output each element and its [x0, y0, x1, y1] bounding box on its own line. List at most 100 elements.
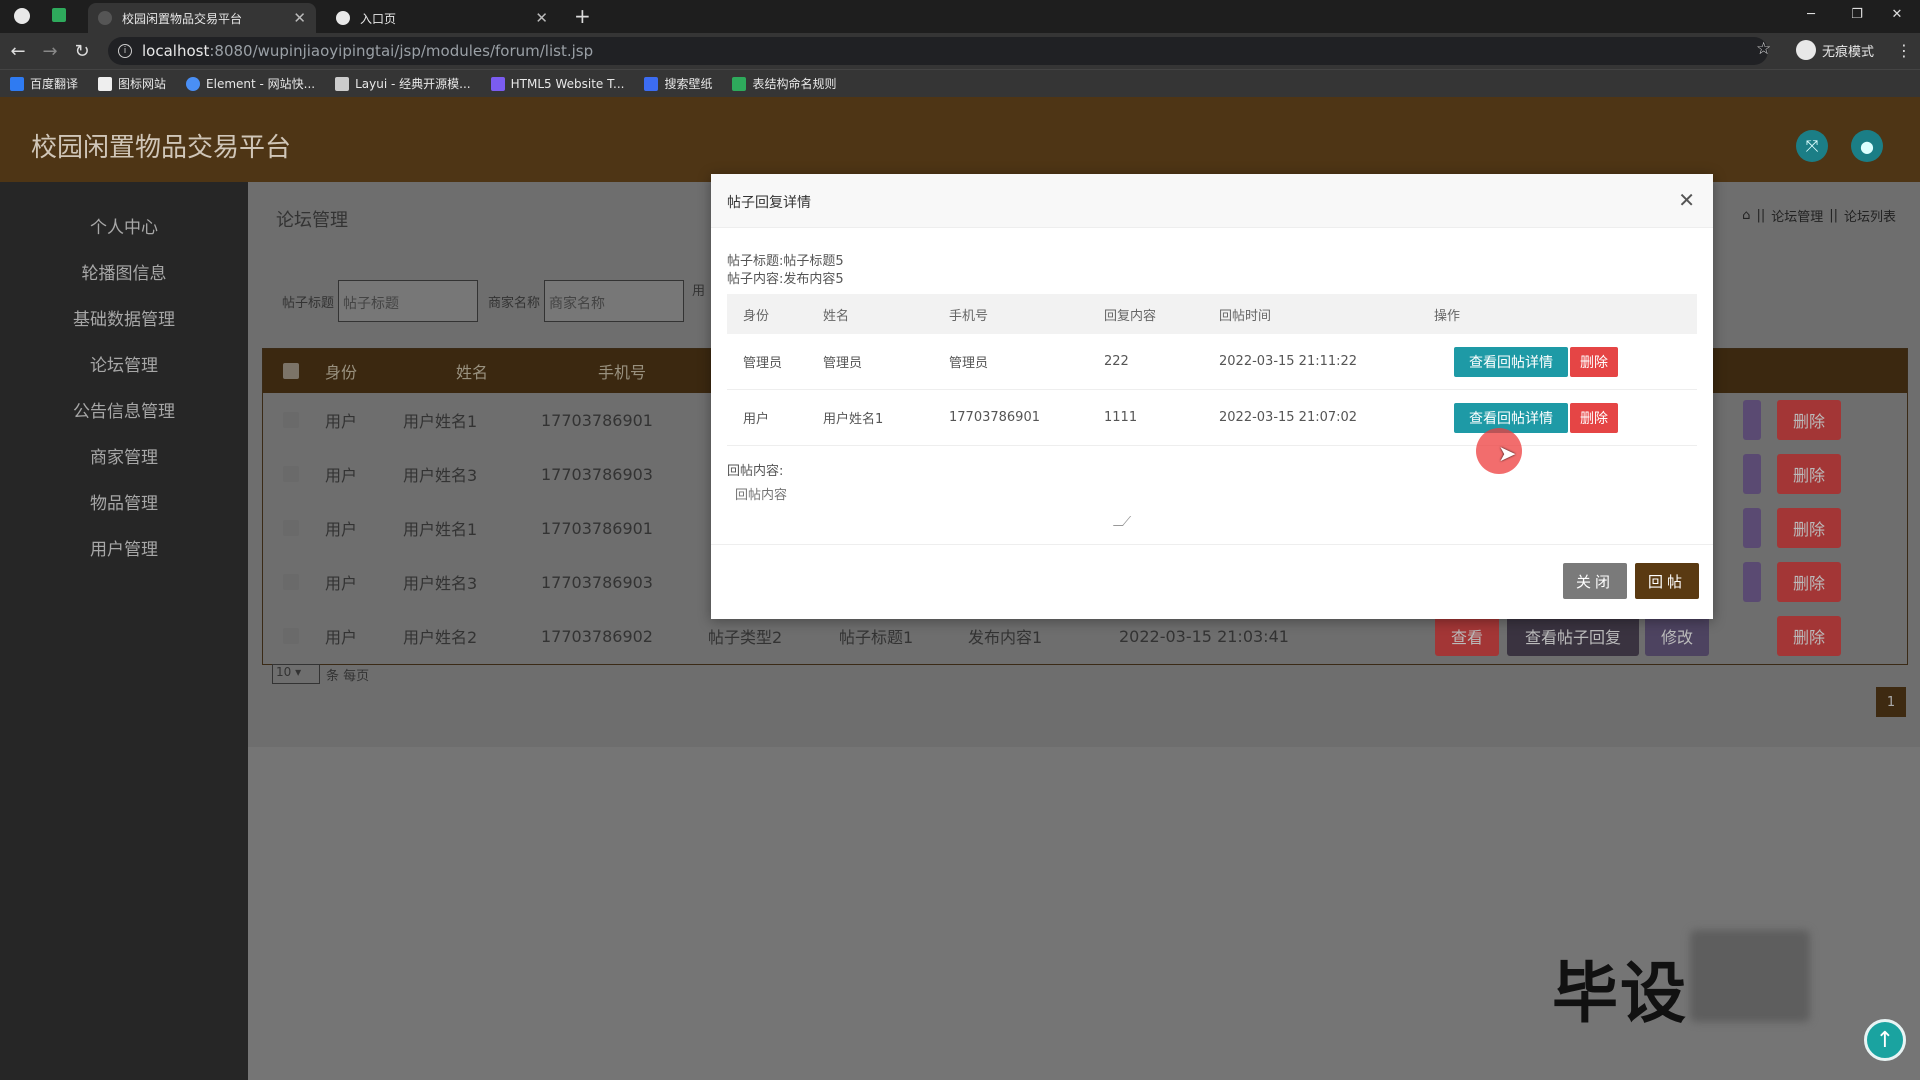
filter-user: 用 [692, 280, 705, 299]
delete-button[interactable]: 删除 [1777, 400, 1841, 440]
tab-favicon-icon [98, 11, 112, 25]
bookmark-flag-icon [98, 76, 113, 91]
sidebar-item-carousel[interactable]: 轮播图信息 [0, 248, 248, 294]
minimize-icon[interactable]: ─ [1788, 0, 1834, 28]
bookmark-item[interactable]: 百度翻译 [10, 75, 78, 92]
bookmark-item[interactable]: Layui - 经典开源模... [335, 75, 471, 92]
bookmark-item[interactable]: Element - 网站快... [186, 75, 315, 92]
pinned-tab-icon[interactable] [52, 8, 66, 22]
home-icon[interactable]: ⌂ [1742, 208, 1750, 223]
bookmark-translate-icon [10, 76, 24, 91]
reply-table-header: 身份 姓名 手机号 回复内容 回帖时间 操作 [727, 294, 1697, 334]
new-tab-button[interactable]: + [574, 4, 591, 28]
row-checkbox[interactable] [283, 574, 299, 590]
post-title-input[interactable]: 帖子标题 [338, 280, 479, 322]
bookmark-item[interactable]: 图标网站 [98, 75, 166, 92]
sidebar: 个人中心 轮播图信息 基础数据管理 论坛管理 公告信息管理 商家管理 物品管理 … [0, 182, 248, 1080]
back-to-top-icon[interactable]: ↑ [1864, 1019, 1906, 1061]
reply-row: 管理员 管理员 管理员 222 2022-03-15 21:11:22 查看回帖… [727, 334, 1697, 390]
edit-button-partial[interactable] [1743, 454, 1761, 494]
user-avatar-icon[interactable]: ● [1851, 130, 1883, 162]
col-phone: 手机号 [597, 363, 646, 382]
sidebar-item-profile[interactable]: 个人中心 [0, 202, 248, 248]
site-info-icon[interactable]: i [118, 44, 132, 58]
edit-button-partial[interactable] [1743, 562, 1761, 602]
delete-reply-button[interactable]: 删除 [1570, 346, 1618, 377]
page-size-select[interactable]: 10 ▾ [272, 664, 320, 684]
bookmark-item[interactable]: 表结构命名规则 [732, 75, 836, 92]
delete-button[interactable]: 删除 [1777, 616, 1841, 656]
bookmark-sheet-icon [732, 76, 747, 91]
delete-button[interactable]: 删除 [1777, 508, 1841, 548]
modal-header: 帖子回复详情 ✕ [711, 174, 1713, 228]
bookmark-star-icon[interactable]: ☆ [1756, 39, 1771, 59]
bookmark-item[interactable]: HTML5 Website T... [490, 76, 624, 91]
fullscreen-icon[interactable]: ⤧ [1796, 130, 1828, 162]
edit-button-partial[interactable] [1743, 508, 1761, 548]
incognito-indicator[interactable]: 无痕模式 [1796, 40, 1874, 60]
cell-post-title: 帖子标题1 [839, 628, 914, 647]
sidebar-item-forum[interactable]: 论坛管理 [0, 340, 248, 386]
modal-close-icon[interactable]: ✕ [1678, 188, 1695, 212]
reload-icon[interactable]: ↻ [70, 39, 94, 63]
modal-close-button[interactable]: 关闭 [1563, 563, 1627, 599]
back-icon[interactable]: ← [6, 39, 30, 63]
row-checkbox[interactable] [283, 466, 299, 482]
view-reply-detail-button[interactable]: 查看回帖详情 [1454, 402, 1568, 433]
filter-merchant: 商家名称 商家名称 [488, 280, 685, 322]
breadcrumb: ⌂ || 论坛管理 || 论坛列表 [1742, 206, 1896, 225]
page-number-current[interactable]: 1 [1876, 687, 1906, 717]
submit-reply-button[interactable]: 回帖 [1635, 563, 1699, 599]
edit-button[interactable]: 修改 [1645, 616, 1709, 656]
row-checkbox[interactable] [283, 412, 299, 428]
reply-detail-modal: 帖子回复详情 ✕ 帖子标题:帖子标题5 帖子内容:发布内容5 身份 姓名 手机号… [711, 174, 1713, 619]
reply-content-textarea[interactable] [727, 476, 1141, 526]
view-button[interactable]: 查看 [1435, 616, 1499, 656]
browser-menu-icon[interactable] [14, 8, 30, 24]
tab-close-icon[interactable]: ✕ [293, 9, 306, 27]
delete-button[interactable]: 删除 [1777, 562, 1841, 602]
bookmark-element-icon [186, 76, 201, 91]
bookmark-html5-icon [490, 76, 505, 91]
reply-row: 用户 用户姓名1 17703786901 1111 2022-03-15 21:… [727, 390, 1697, 446]
edit-button-partial[interactable] [1743, 400, 1761, 440]
filter-label: 商家名称 [488, 295, 541, 311]
browser-menu-dots-icon[interactable]: ⋮ [1896, 41, 1912, 60]
window-close-icon[interactable]: ✕ [1874, 0, 1920, 28]
cell-content: 发布内容1 [968, 628, 1043, 647]
browser-tabbar: 校园闲置物品交易平台 ✕ 入口页 ✕ + ─ ❐ ✕ [0, 0, 1920, 33]
delete-reply-button[interactable]: 删除 [1570, 402, 1618, 433]
post-title-line: 帖子标题:帖子标题5 [727, 254, 844, 269]
delete-button[interactable]: 删除 [1777, 454, 1841, 494]
forward-icon[interactable]: → [38, 39, 62, 63]
sidebar-item-notice[interactable]: 公告信息管理 [0, 386, 248, 432]
tab-close-icon[interactable]: ✕ [535, 9, 548, 27]
tab-favicon-icon [336, 11, 350, 25]
tab-entry[interactable]: 入口页 ✕ [326, 3, 558, 33]
tab-platform[interactable]: 校园闲置物品交易平台 ✕ [88, 3, 316, 33]
tab-title: 校园闲置物品交易平台 [122, 11, 243, 26]
bookmark-layui-icon [335, 76, 350, 91]
sidebar-item-goods[interactable]: 物品管理 [0, 478, 248, 524]
breadcrumb-item[interactable]: 论坛管理 [1771, 206, 1823, 225]
url-path: :8080/wupinjiaoyipingtai/jsp/modules/for… [209, 42, 594, 60]
filter-post-title: 帖子标题 帖子标题 [282, 280, 479, 322]
bookmark-item[interactable]: 搜索壁纸 [644, 75, 712, 92]
watermark-blur [1690, 930, 1810, 1022]
reply-table: 身份 姓名 手机号 回复内容 回帖时间 操作 管理员 管理员 管理员 222 2… [727, 294, 1697, 446]
col-role: 身份 [325, 363, 358, 382]
app-title: 校园闲置物品交易平台 [31, 133, 292, 163]
select-all-checkbox[interactable] [283, 363, 299, 379]
sidebar-item-users[interactable]: 用户管理 [0, 524, 248, 570]
row-checkbox[interactable] [283, 520, 299, 536]
view-replies-button[interactable]: 查看帖子回复 [1507, 616, 1639, 656]
address-bar[interactable]: i localhost:8080/wupinjiaoyipingtai/jsp/… [108, 37, 1768, 65]
view-reply-detail-button[interactable]: 查看回帖详情 [1454, 346, 1568, 377]
incognito-label: 无痕模式 [1822, 44, 1875, 60]
cell-post-type: 帖子类型2 [708, 628, 783, 647]
sidebar-item-merchant[interactable]: 商家管理 [0, 432, 248, 478]
merchant-name-input[interactable]: 商家名称 [544, 280, 685, 322]
incognito-icon [1796, 40, 1816, 60]
row-checkbox[interactable] [283, 628, 299, 644]
sidebar-item-basic-data[interactable]: 基础数据管理 [0, 294, 248, 340]
